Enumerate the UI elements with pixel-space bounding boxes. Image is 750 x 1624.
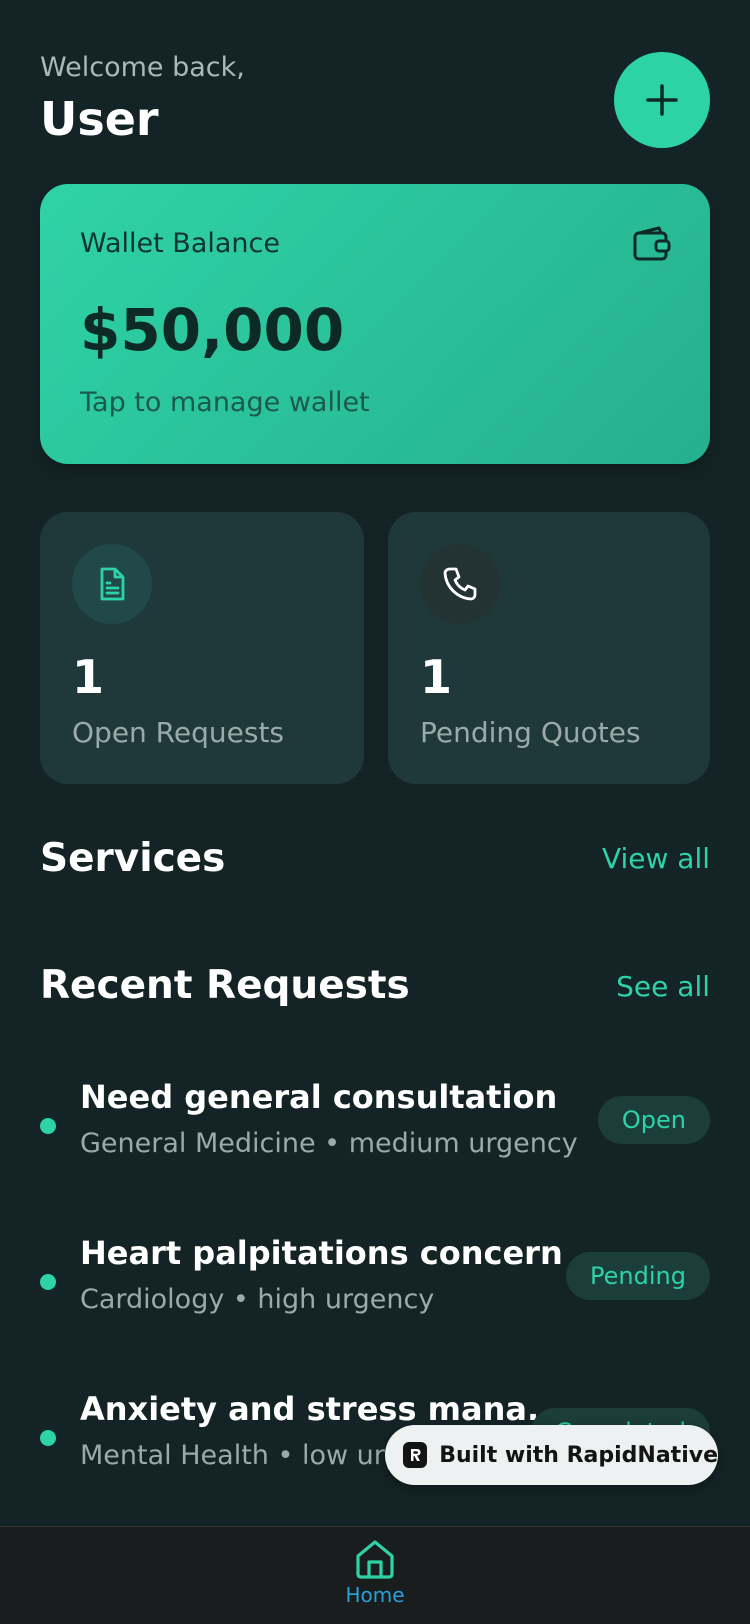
services-title: Services bbox=[40, 836, 226, 881]
tab-home-label: Home bbox=[345, 1583, 405, 1607]
wallet-hint: Tap to manage wallet bbox=[80, 387, 370, 418]
recent-requests-title: Recent Requests bbox=[40, 963, 410, 1008]
built-with-text: Built with RapidNative bbox=[439, 1442, 718, 1468]
pending-quotes-card[interactable]: 1 Pending Quotes bbox=[388, 512, 710, 784]
open-requests-card[interactable]: 1 Open Requests bbox=[40, 512, 364, 784]
username: User bbox=[40, 92, 159, 146]
wallet-card[interactable]: Wallet Balance $50,000 Tap to manage wal… bbox=[40, 184, 710, 464]
pending-quotes-count: 1 bbox=[420, 650, 453, 704]
status-dot bbox=[40, 1274, 56, 1290]
welcome-text: Welcome back, bbox=[40, 52, 245, 83]
document-icon bbox=[100, 567, 125, 601]
request-title: Heart palpitations concern bbox=[80, 1234, 563, 1272]
status-badge: Open bbox=[597, 1096, 710, 1144]
bottom-tab-bar: Home bbox=[0, 1526, 750, 1624]
home-screen: Welcome back, User Wallet Balance $50,00… bbox=[0, 0, 750, 1624]
pending-quotes-label: Pending Quotes bbox=[420, 716, 641, 749]
home-icon bbox=[356, 1540, 394, 1579]
plus-icon bbox=[646, 84, 678, 116]
tab-home[interactable]: Home bbox=[325, 1537, 425, 1624]
wallet-icon bbox=[633, 226, 671, 261]
view-all-services-link[interactable]: View all bbox=[602, 842, 710, 875]
request-subtitle: General Medicine • medium urgency bbox=[80, 1128, 578, 1159]
header: Welcome back, User bbox=[40, 48, 710, 148]
request-item[interactable]: Heart palpitations concern Cardiology • … bbox=[40, 1234, 710, 1334]
add-button[interactable] bbox=[614, 52, 710, 148]
wallet-label: Wallet Balance bbox=[80, 228, 280, 259]
request-item[interactable]: Need general consultation General Medici… bbox=[40, 1078, 710, 1178]
status-badge: Pending bbox=[566, 1252, 710, 1300]
open-requests-label: Open Requests bbox=[72, 716, 285, 749]
see-all-requests-link[interactable]: See all bbox=[616, 970, 710, 1003]
status-dot bbox=[40, 1118, 56, 1134]
request-title: Anxiety and stress mana... bbox=[80, 1390, 564, 1428]
open-requests-count: 1 bbox=[72, 650, 105, 704]
rapidnative-logo-icon bbox=[403, 1442, 428, 1468]
status-dot bbox=[40, 1430, 56, 1446]
stat-icon-circle bbox=[420, 544, 500, 624]
built-with-rapidnative-badge[interactable]: Built with RapidNative bbox=[385, 1425, 718, 1485]
request-title: Need general consultation bbox=[80, 1078, 558, 1116]
stat-icon-circle bbox=[72, 544, 152, 624]
request-subtitle: Mental Health • low urg bbox=[80, 1440, 402, 1471]
request-subtitle: Cardiology • high urgency bbox=[80, 1284, 435, 1315]
phone-icon bbox=[443, 567, 477, 601]
wallet-amount: $50,000 bbox=[80, 296, 345, 364]
